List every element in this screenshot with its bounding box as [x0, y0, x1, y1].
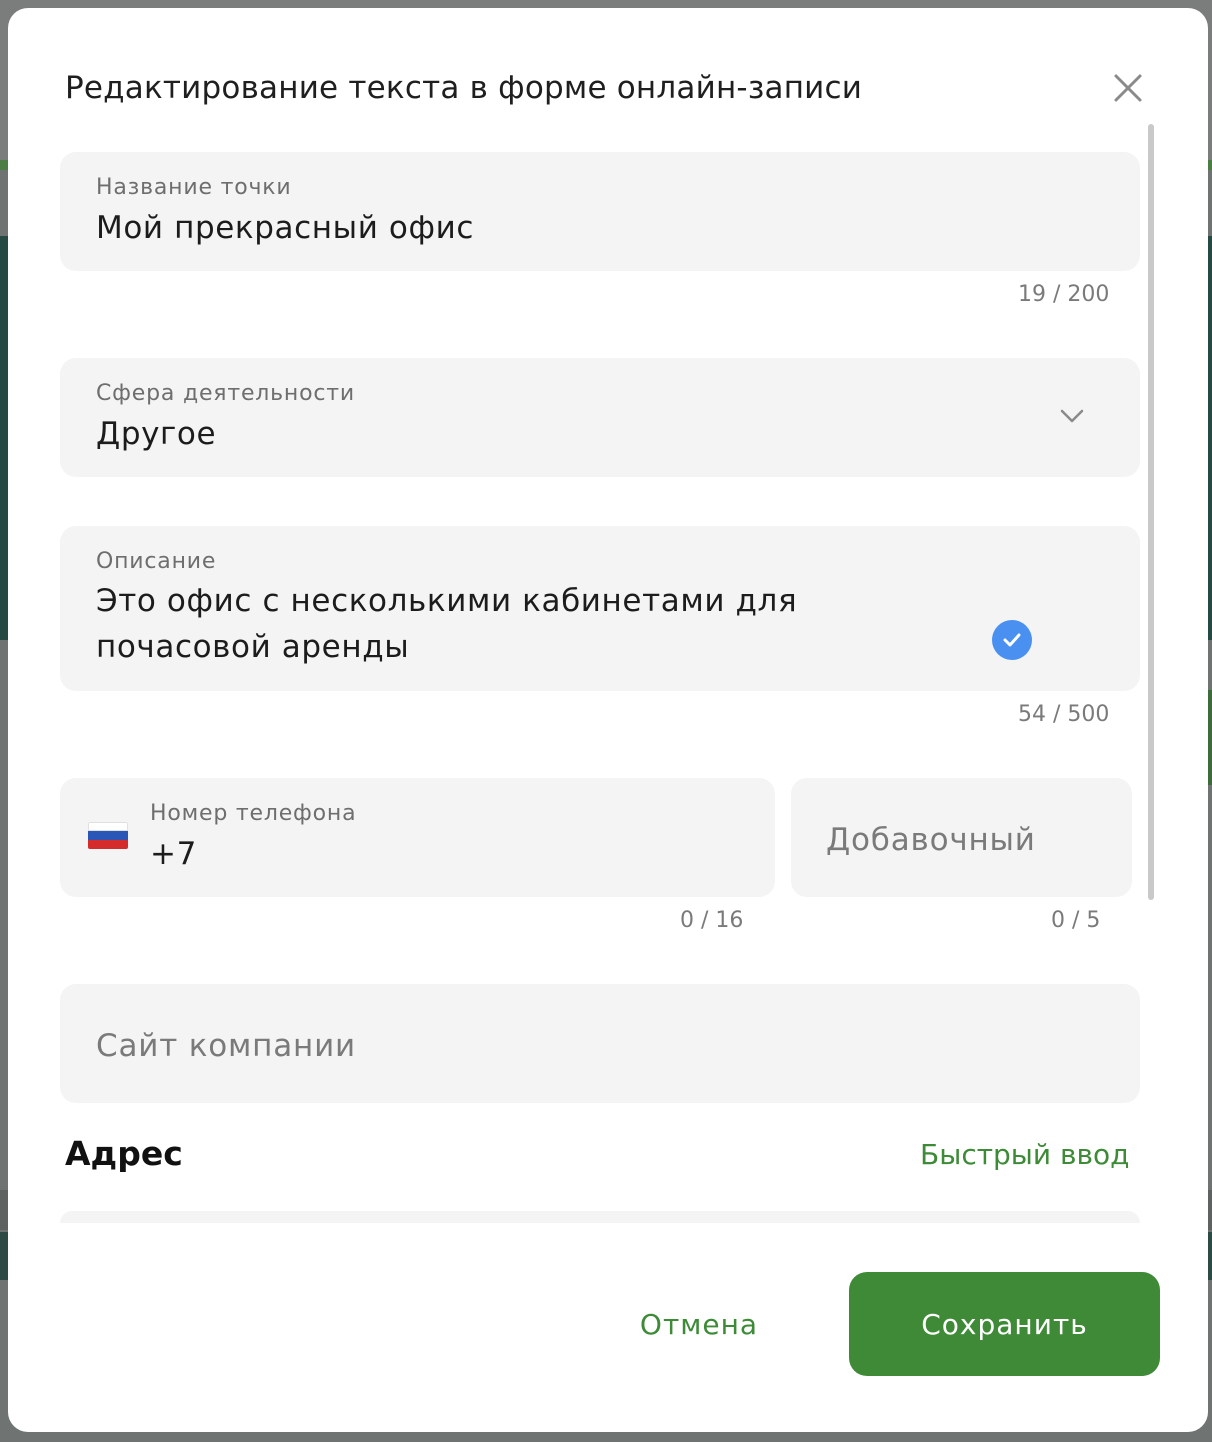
- phone-field-label: Номер телефона: [150, 801, 357, 826]
- extension-field[interactable]: Добавочный: [791, 778, 1132, 897]
- extension-char-counter: 0 / 5: [1051, 908, 1101, 933]
- chevron-down-icon: [1060, 409, 1084, 423]
- extension-field-placeholder: Добавочный: [826, 822, 1036, 858]
- name-field[interactable]: Название точки Мой прекрасный офис: [60, 152, 1140, 271]
- website-field[interactable]: Сайт компании: [60, 984, 1140, 1103]
- website-field-placeholder: Сайт компании: [96, 1028, 357, 1064]
- scrollbar[interactable]: [1148, 124, 1154, 900]
- sphere-select-label: Сфера деятельности: [96, 381, 355, 406]
- edit-form-dialog: Редактирование текста в форме онлайн-зап…: [8, 8, 1208, 1432]
- name-field-value: Мой прекрасный офис: [96, 210, 474, 246]
- description-field-value: Это офис с несколькими кабинетами для по…: [96, 583, 798, 665]
- address-section-title: Адрес: [65, 1134, 183, 1173]
- cancel-button[interactable]: Отмена: [606, 1272, 792, 1376]
- quick-input-link[interactable]: Быстрый ввод: [920, 1138, 1130, 1171]
- close-button[interactable]: [1108, 68, 1148, 108]
- check-circle-icon: [992, 620, 1032, 660]
- description-char-counter: 54 / 500: [1018, 702, 1110, 727]
- phone-field-value: +7: [150, 836, 197, 872]
- sphere-select[interactable]: Сфера деятельности Другое: [60, 358, 1140, 477]
- save-button[interactable]: Сохранить: [849, 1272, 1160, 1376]
- phone-char-counter: 0 / 16: [680, 908, 744, 933]
- russia-flag-icon: [88, 822, 128, 849]
- phone-field[interactable]: Номер телефона +7: [60, 778, 775, 897]
- address-field[interactable]: [60, 1211, 1140, 1223]
- description-field[interactable]: Описание Это офис с несколькими кабинета…: [60, 526, 1140, 691]
- close-icon: [1114, 74, 1142, 102]
- name-field-label: Название точки: [96, 175, 292, 200]
- dialog-title: Редактирование текста в форме онлайн-зап…: [65, 70, 863, 106]
- name-char-counter: 19 / 200: [1018, 282, 1110, 307]
- description-field-label: Описание: [96, 549, 217, 574]
- sphere-select-value: Другое: [96, 416, 217, 452]
